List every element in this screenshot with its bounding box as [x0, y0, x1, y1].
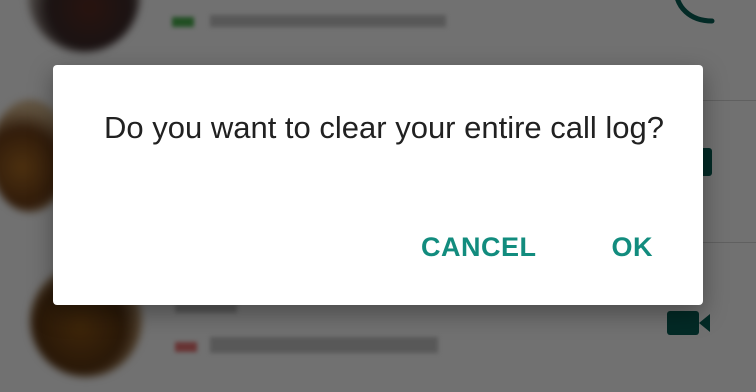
dialog-actions: CANCEL OK	[421, 225, 653, 269]
cancel-button[interactable]: CANCEL	[421, 225, 537, 269]
ok-button[interactable]: OK	[612, 225, 654, 269]
dialog-message: Do you want to clear your entire call lo…	[104, 110, 665, 145]
clear-call-log-dialog: Do you want to clear your entire call lo…	[53, 65, 703, 305]
call-log-screen: Do you want to clear your entire call lo…	[0, 0, 756, 392]
